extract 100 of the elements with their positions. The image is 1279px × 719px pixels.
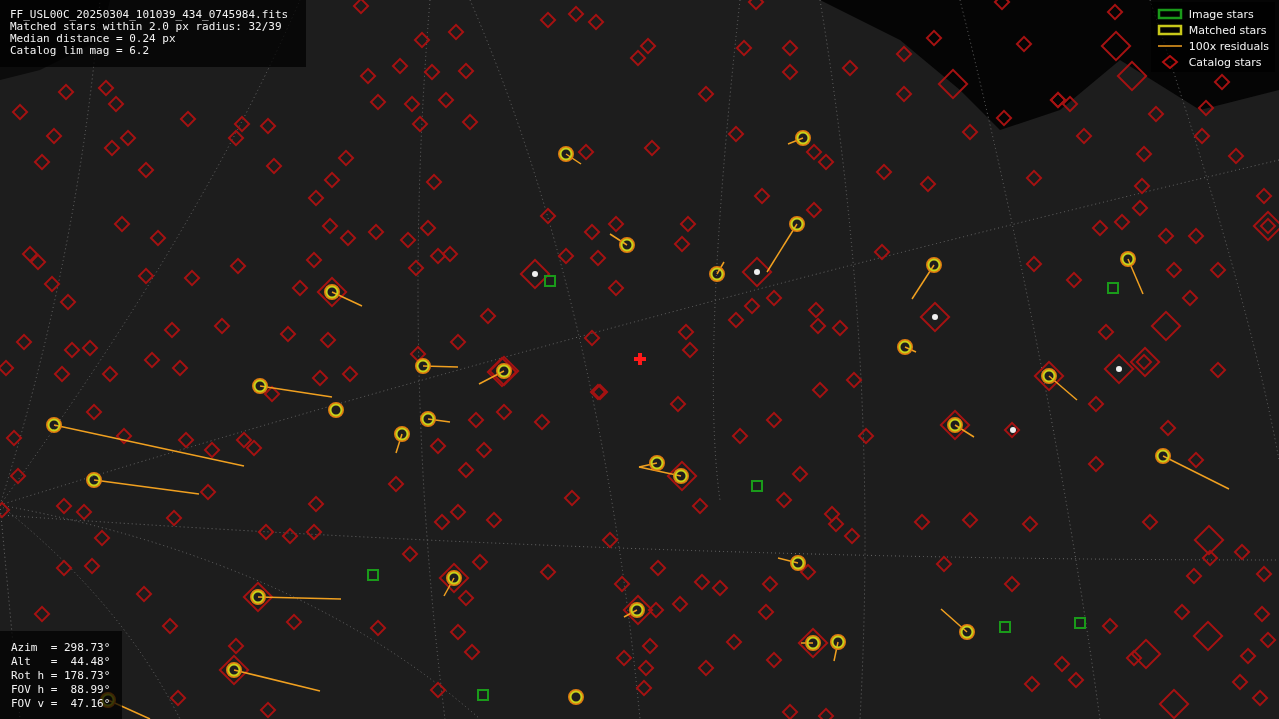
catalog-star-marker — [391, 57, 409, 75]
catalog-star-marker — [33, 153, 51, 171]
residual-line — [787, 137, 804, 145]
catalog-star-marker — [63, 341, 81, 359]
residual-line — [427, 418, 451, 423]
catalog-star-marker — [1003, 575, 1021, 593]
legend-label: Image stars — [1188, 7, 1254, 21]
catalog-star-marker — [857, 427, 875, 445]
matched-star-marker — [446, 570, 462, 586]
catalog-star-marker — [757, 603, 775, 621]
catalog-star-marker — [401, 545, 419, 563]
catalog-star-marker — [671, 595, 689, 613]
catalog-star-marker — [135, 585, 153, 603]
matched-star-marker — [420, 411, 436, 427]
residual-line — [443, 577, 455, 597]
catalog-star-marker — [1150, 310, 1182, 342]
catalog-star-marker — [1187, 451, 1205, 469]
matched-star-marker — [619, 237, 635, 253]
catalog-star-marker — [1141, 513, 1159, 531]
catalog-star-marker — [323, 171, 341, 189]
catalog-star-marker — [1213, 73, 1231, 91]
catalog-star-marker — [1113, 213, 1131, 231]
legend-label: 100x residuals — [1188, 39, 1269, 53]
catalog-star-marker — [1003, 421, 1021, 439]
pointing-line: FOV v = 47.16° — [11, 697, 111, 711]
catalog-star-marker — [163, 321, 181, 339]
catalog-star-marker — [827, 515, 845, 533]
matched-star-marker — [947, 417, 963, 433]
catalog-star-marker — [81, 339, 99, 357]
catalog-star-marker — [1087, 395, 1105, 413]
matched-star-marker — [1155, 448, 1171, 464]
catalog-star-marker — [761, 575, 779, 593]
catalog-star-marker — [407, 259, 425, 277]
catalog-star-marker — [1251, 689, 1269, 707]
catalog-star-marker — [1131, 199, 1149, 217]
residual-line — [422, 365, 459, 368]
catalog-star-marker — [423, 63, 441, 81]
catalog-star-marker — [449, 333, 467, 351]
catalog-star-marker — [233, 115, 251, 133]
catalog-star-marker — [263, 385, 281, 403]
catalog-star-marker — [93, 529, 111, 547]
matched-star-marker — [46, 417, 62, 433]
catalog-star-marker — [939, 409, 971, 441]
catalog-star-marker — [845, 371, 863, 389]
catalog-star-marker — [115, 427, 133, 445]
catalog-star-marker — [725, 633, 743, 651]
catalog-star-marker — [1159, 419, 1177, 437]
catalog-star-marker — [1023, 675, 1041, 693]
catalog-star-marker — [429, 681, 447, 699]
residual-line — [833, 641, 839, 662]
matched-star-marker — [1041, 368, 1057, 384]
catalog-star-marker — [641, 637, 659, 655]
catalog-star-marker — [629, 49, 647, 67]
catalog-star-marker — [1165, 261, 1183, 279]
catalog-star-marker — [411, 115, 429, 133]
residual-line — [565, 153, 582, 165]
catalog-star-marker — [229, 257, 247, 275]
catalog-star-marker — [29, 253, 47, 271]
catalog-star-marker — [731, 427, 749, 445]
catalog-star-marker — [467, 411, 485, 429]
catalog-star-marker — [305, 251, 323, 269]
info-line: Catalog lim mag = 6.2 — [10, 45, 151, 57]
catalog-star-marker — [0, 501, 11, 519]
catalog-star-marker — [403, 95, 421, 113]
matched-star-marker — [830, 634, 846, 650]
catalog-star-marker — [643, 139, 661, 157]
catalog-star-marker — [1259, 631, 1277, 649]
catalog-star-marker — [429, 437, 447, 455]
catalog-star-marker — [339, 229, 357, 247]
residual-line — [940, 608, 968, 633]
catalog-star-marker — [1253, 605, 1271, 623]
catalog-star-marker — [925, 29, 943, 47]
catalog-star-marker — [11, 103, 29, 121]
catalog-star-marker — [75, 503, 93, 521]
catalog-star-marker — [213, 317, 231, 335]
catalog-star-marker — [747, 0, 765, 11]
matched-star-marker — [226, 662, 242, 678]
catalog-star-marker — [1015, 35, 1033, 53]
catalog-star-marker — [305, 523, 323, 541]
catalog-star-marker — [281, 527, 299, 545]
catalog-star-marker — [265, 157, 283, 175]
catalog-star-marker — [735, 39, 753, 57]
catalog-star-marker — [447, 23, 465, 41]
catalog-star-marker — [97, 79, 115, 97]
catalog-star-marker — [177, 431, 195, 449]
catalog-star-marker — [635, 679, 653, 697]
catalog-star-marker — [1185, 567, 1203, 585]
catalog-star-marker — [681, 341, 699, 359]
catalog-star-marker — [1106, 3, 1124, 21]
matched-star-marker — [394, 426, 410, 442]
catalog-star-marker — [583, 329, 601, 347]
catalog-star-marker — [149, 229, 167, 247]
residual-line — [800, 642, 814, 644]
catalog-star-marker — [337, 149, 355, 167]
catalog-star-marker — [601, 531, 619, 549]
catalog-star-marker — [1158, 688, 1190, 719]
catalog-star-marker — [1097, 323, 1115, 341]
matched-star-marker — [496, 363, 512, 379]
catalog-star-marker — [441, 245, 459, 263]
catalog-star-marker — [1075, 127, 1093, 145]
